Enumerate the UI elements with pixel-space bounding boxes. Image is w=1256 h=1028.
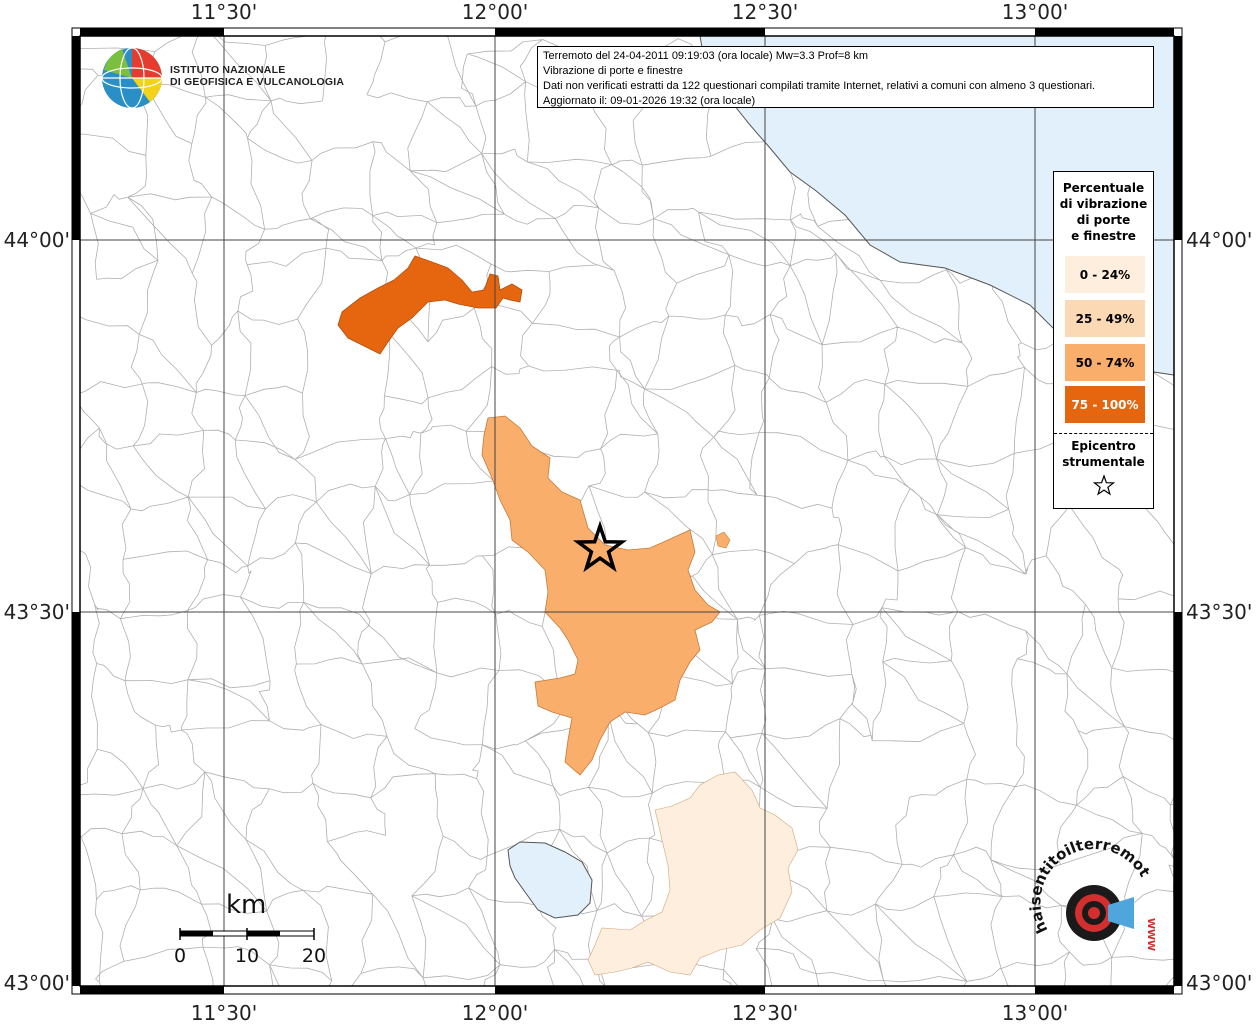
legend-title-line-3: di porte	[1054, 212, 1153, 228]
ingv-logo-text: ISTITUTO NAZIONALE DI GEOFISICA E VULCAN…	[170, 64, 344, 88]
event-info-box: Terremoto del 24-04-2011 09:19:03 (ora l…	[537, 46, 1154, 108]
lon-label-bottom-3: 12°30'	[732, 1001, 798, 1025]
legend-star-icon	[1054, 474, 1153, 500]
scale-tick-10: 10	[235, 945, 259, 967]
svg-text:WWW: WWW	[1145, 918, 1156, 951]
logo-line-2: DI GEOFISICA E VULCANOLOGIA	[170, 76, 344, 88]
lat-label-right-1: 44°00'	[1186, 228, 1252, 252]
lon-label-bottom-1: 11°30'	[191, 1001, 257, 1025]
lon-label-top-3: 12°30'	[732, 0, 798, 24]
legend-epicenter-label: Epicentro strumentale	[1054, 438, 1153, 470]
data-note: Dati non verificati estratti da 122 ques…	[543, 79, 1148, 94]
lat-label-right-2: 43°30'	[1186, 600, 1252, 624]
legend-title-line-4: e finestre	[1054, 228, 1153, 244]
lat-label-left-1: 44°00'	[4, 228, 70, 252]
lat-label-left-3: 43°00'	[4, 971, 70, 995]
map-figure: haisentitoilterremoto.it WWW 11°30' 12°0…	[0, 0, 1256, 1024]
update-time: Aggiornato il: 09-01-2026 19:32 (ora loc…	[543, 94, 1148, 108]
legend-class-0-24: 0 - 24%	[1065, 256, 1145, 293]
legend-epicenter-line-1: Epicentro	[1054, 438, 1153, 454]
lon-label-bottom-4: 13°00'	[1002, 1001, 1068, 1025]
lat-label-right-3: 43°00'	[1186, 971, 1252, 995]
ingv-globe-icon	[102, 48, 162, 108]
legend-class-75-100: 75 - 100%	[1065, 386, 1145, 423]
lon-label-top-2: 12°00'	[462, 0, 528, 24]
legend: Percentuale di vibrazione di porte e fin…	[1053, 171, 1154, 509]
legend-title: Percentuale di vibrazione di porte e fin…	[1054, 172, 1153, 244]
scale-unit: km	[226, 890, 266, 920]
logo-line-1: ISTITUTO NAZIONALE	[170, 64, 344, 76]
scale-tick-20: 20	[302, 945, 326, 967]
legend-epicenter-line-2: strumentale	[1054, 454, 1153, 470]
legend-title-line-1: Percentuale	[1054, 180, 1153, 196]
lon-label-bottom-2: 12°00'	[462, 1001, 528, 1025]
lon-label-top-1: 11°30'	[191, 0, 257, 24]
map-canvas: haisentitoilterremoto.it WWW	[0, 0, 1256, 1024]
legend-title-line-2: di vibrazione	[1054, 196, 1153, 212]
event-title: Terremoto del 24-04-2011 09:19:03 (ora l…	[543, 49, 1148, 64]
legend-class-50-74: 50 - 74%	[1065, 344, 1145, 381]
legend-class-25-49: 25 - 49%	[1065, 300, 1145, 337]
scale-tick-0: 0	[174, 945, 186, 967]
legend-divider	[1054, 433, 1153, 434]
event-parameter: Vibrazione di porte e finestre	[543, 64, 1148, 79]
lon-label-top-4: 13°00'	[1002, 0, 1068, 24]
lat-label-left-2: 43°30'	[4, 600, 70, 624]
